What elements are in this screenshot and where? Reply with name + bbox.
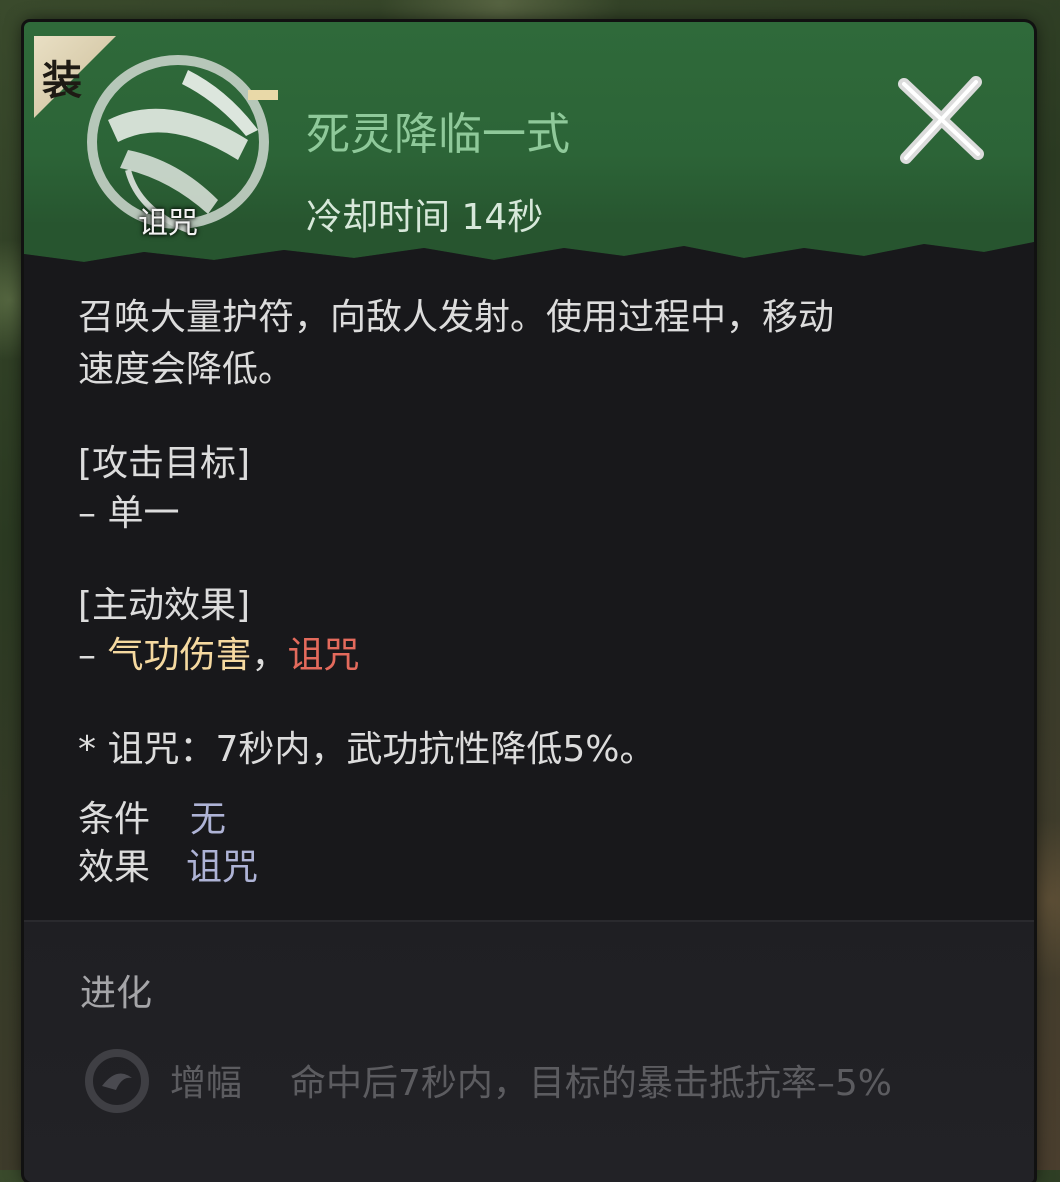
active-effect-line: – 气功伤害，诅咒: [78, 630, 360, 682]
active-effect-header: [主动效果]: [78, 585, 251, 626]
curse-text: 诅咒: [287, 635, 360, 676]
effect-label: 效果: [78, 847, 151, 888]
attack-target-value: 单一: [107, 493, 180, 534]
condition-row: 条件无: [78, 794, 226, 846]
description-line-2: 速度会降低。: [78, 349, 295, 390]
evolution-description: 命中后7秒内，目标的暴击抵抗率–5%: [290, 1063, 893, 1104]
curse-footnote: * 诅咒：7秒内，武功抗性降低5%。: [78, 729, 656, 770]
active-effect-prefix: –: [78, 635, 108, 676]
attack-target-line: – 单一: [78, 488, 179, 540]
effect-value: 诅咒: [186, 847, 259, 888]
close-x-icon[interactable]: [896, 74, 986, 164]
skill-tooltip-panel: 装 诅咒 死灵降临一式 冷却时间 14秒 召唤大量护符，向敌人发射。使用过程中，…: [24, 22, 1034, 1182]
attack-target-prefix: –: [78, 493, 108, 534]
skill-cooldown: 冷却时间 14秒: [306, 197, 544, 238]
evolution-section: 进化 增幅 命中后7秒内，目标的暴击抵抗率–5%: [24, 922, 1034, 1182]
attack-target-header: [攻击目标]: [78, 443, 251, 484]
condition-value: 无: [190, 799, 227, 840]
qigong-damage-text: 气功伤害: [107, 635, 252, 676]
condition-label: 条件: [78, 799, 151, 840]
evolution-name: 增幅: [170, 1063, 243, 1104]
description-line-1: 召唤大量护符，向敌人发射。使用过程中，移动: [78, 297, 835, 338]
skill-type-label: 诅咒: [138, 206, 198, 241]
evolution-title: 进化: [80, 973, 153, 1014]
effect-row: 效果 诅咒: [78, 842, 258, 894]
swirl-icon: [85, 1049, 149, 1113]
skill-title: 死灵降临一式: [306, 109, 570, 160]
skill-header: 装 诅咒 死灵降临一式 冷却时间 14秒: [24, 22, 1034, 282]
active-effect-separator: ，: [251, 635, 288, 676]
